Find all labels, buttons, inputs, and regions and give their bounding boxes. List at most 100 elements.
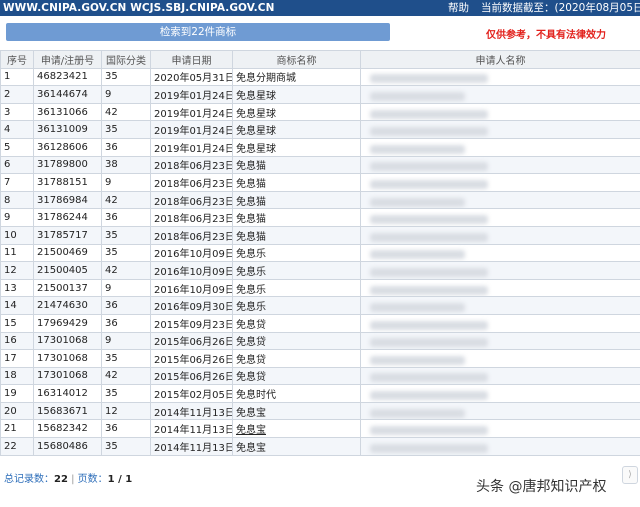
reg-no-link[interactable]: 36144674 xyxy=(33,85,102,104)
redacted-blur xyxy=(370,109,488,119)
row-no: 12 xyxy=(0,261,34,280)
redacted-blur xyxy=(370,232,488,242)
redacted-blur xyxy=(370,74,488,84)
reg-no-link[interactable]: 15680486 xyxy=(33,437,102,456)
mark-name-link[interactable]: 免息猫 xyxy=(232,225,361,245)
reg-no-link[interactable]: 21500405 xyxy=(33,261,102,280)
mark-name-link[interactable]: 免息星球 xyxy=(232,102,361,122)
date-cell: 2016年10月09日 xyxy=(150,243,233,263)
class-cell: 12 xyxy=(101,401,151,421)
reg-no-link[interactable]: 17969429 xyxy=(33,313,102,333)
reg-no-link[interactable]: 17301068 xyxy=(33,366,102,386)
table-row: 7 31788151 9 2018年06月23日 免息猫 xyxy=(0,173,640,192)
class-cell: 36 xyxy=(101,137,151,157)
applicant-cell-redacted xyxy=(360,313,640,333)
reg-no-link[interactable]: 15683671 xyxy=(33,401,102,421)
class-cell: 42 xyxy=(101,102,151,122)
row-no: 1 xyxy=(0,67,34,87)
mark-name-link[interactable]: 免息乐 xyxy=(232,296,361,315)
help-link[interactable]: 帮助 xyxy=(448,0,469,16)
reg-no-link[interactable]: 36128606 xyxy=(33,137,102,157)
mark-name-link[interactable]: 免息宝 xyxy=(232,401,361,421)
applicant-cell-redacted xyxy=(360,278,640,298)
applicant-cell-redacted xyxy=(360,155,640,175)
mark-name-link[interactable]: 免息宝 xyxy=(232,419,361,439)
header-mark-name: 商标名称 xyxy=(232,50,361,69)
row-no: 15 xyxy=(0,313,34,333)
table-row: 1 46823421 35 2020年05月31日 免息分期商城 xyxy=(0,67,640,87)
reg-no-link[interactable]: 21500137 xyxy=(33,278,102,298)
date-cell: 2014年11月13日 xyxy=(150,401,233,421)
site-url: WWW.CNIPA.GOV.CN WCJS.SBJ.CNIPA.GOV.CN xyxy=(3,2,275,14)
reg-no-link[interactable]: 31789800 xyxy=(33,155,102,175)
mark-name-link[interactable]: 免息贷 xyxy=(232,349,361,368)
class-cell: 36 xyxy=(101,208,151,227)
summary-separator: | xyxy=(71,474,75,485)
mark-name-link[interactable]: 免息猫 xyxy=(232,173,361,192)
redacted-blur xyxy=(370,426,488,436)
mark-name-link[interactable]: 免息猫 xyxy=(232,155,361,175)
reg-no-link[interactable]: 15682342 xyxy=(33,419,102,439)
class-cell: 35 xyxy=(101,349,151,368)
applicant-cell-redacted xyxy=(360,261,640,280)
applicant-cell-redacted xyxy=(360,243,640,263)
disclaimer-text: 仅供参考，不具有法律效力 xyxy=(486,30,606,41)
redacted-blur xyxy=(370,285,488,295)
row-no: 10 xyxy=(0,225,34,245)
redacted-blur xyxy=(370,162,488,172)
class-cell: 35 xyxy=(101,437,151,456)
reg-no-link[interactable]: 36131066 xyxy=(33,102,102,122)
reg-no-link[interactable]: 31786244 xyxy=(33,208,102,227)
mark-name-link[interactable]: 免息乐 xyxy=(232,261,361,280)
mark-name-link[interactable]: 免息星球 xyxy=(232,137,361,157)
class-cell: 42 xyxy=(101,190,151,210)
date-cell: 2015年06月26日 xyxy=(150,366,233,386)
reg-no-link[interactable]: 21474630 xyxy=(33,296,102,315)
reg-no-link[interactable]: 16314012 xyxy=(33,384,102,403)
mark-name-link[interactable]: 免息贷 xyxy=(232,331,361,351)
mark-name-link[interactable]: 免息猫 xyxy=(232,208,361,227)
redacted-blur xyxy=(370,355,465,365)
mark-name-link[interactable]: 免息宝 xyxy=(232,437,361,456)
table-row: 8 31786984 42 2018年06月23日 免息猫 xyxy=(0,190,640,210)
mark-name-link[interactable]: 免息时代 xyxy=(232,384,361,403)
reg-no-link[interactable]: 17301068 xyxy=(33,349,102,368)
reg-no-link[interactable]: 31785717 xyxy=(33,225,102,245)
date-cell: 2019年01月24日 xyxy=(150,102,233,122)
reg-no-link[interactable]: 31788151 xyxy=(33,173,102,192)
reg-no-link[interactable]: 21500469 xyxy=(33,243,102,263)
date-cell: 2018年06月23日 xyxy=(150,155,233,175)
mark-name-link[interactable]: 免息星球 xyxy=(232,85,361,104)
row-no: 13 xyxy=(0,278,34,298)
applicant-cell-redacted xyxy=(360,67,640,87)
mark-name-link[interactable]: 免息贷 xyxy=(232,313,361,333)
mark-name-link[interactable]: 免息猫 xyxy=(232,190,361,210)
reg-no-link[interactable]: 31786984 xyxy=(33,190,102,210)
class-cell: 36 xyxy=(101,419,151,439)
redacted-blur xyxy=(370,408,465,418)
reg-no-link[interactable]: 17301068 xyxy=(33,331,102,351)
page-nav-button[interactable]: ⟩ xyxy=(622,466,638,484)
class-cell: 9 xyxy=(101,331,151,351)
trademark-results-table: 序号 申请/注册号 国际分类 申请日期 商标名称 申请人名称 1 46823421… xyxy=(0,50,640,456)
pagination-summary: 总记录数：22 | 页数：1 / 1 xyxy=(4,470,132,485)
date-cell: 2018年06月23日 xyxy=(150,208,233,227)
applicant-cell-redacted xyxy=(360,208,640,227)
mark-name-link[interactable]: 免息乐 xyxy=(232,278,361,298)
applicant-cell-redacted xyxy=(360,120,640,139)
mark-name-link[interactable]: 免息贷 xyxy=(232,366,361,386)
row-no: 9 xyxy=(0,208,34,227)
mark-name-link[interactable]: 免息乐 xyxy=(232,243,361,263)
table-row: 10 31785717 35 2018年06月23日 免息猫 xyxy=(0,225,640,245)
mark-name-link[interactable]: 免息分期商城 xyxy=(232,67,361,87)
row-no: 2 xyxy=(0,85,34,104)
class-cell: 42 xyxy=(101,366,151,386)
redacted-blur xyxy=(370,179,488,189)
redacted-blur xyxy=(370,267,488,277)
reg-no-link[interactable]: 36131009 xyxy=(33,120,102,139)
class-cell: 36 xyxy=(101,313,151,333)
mark-name-link[interactable]: 免息星球 xyxy=(232,120,361,139)
reg-no-link[interactable]: 46823421 xyxy=(33,67,102,87)
applicant-cell-redacted xyxy=(360,401,640,421)
redacted-blur xyxy=(370,91,465,101)
